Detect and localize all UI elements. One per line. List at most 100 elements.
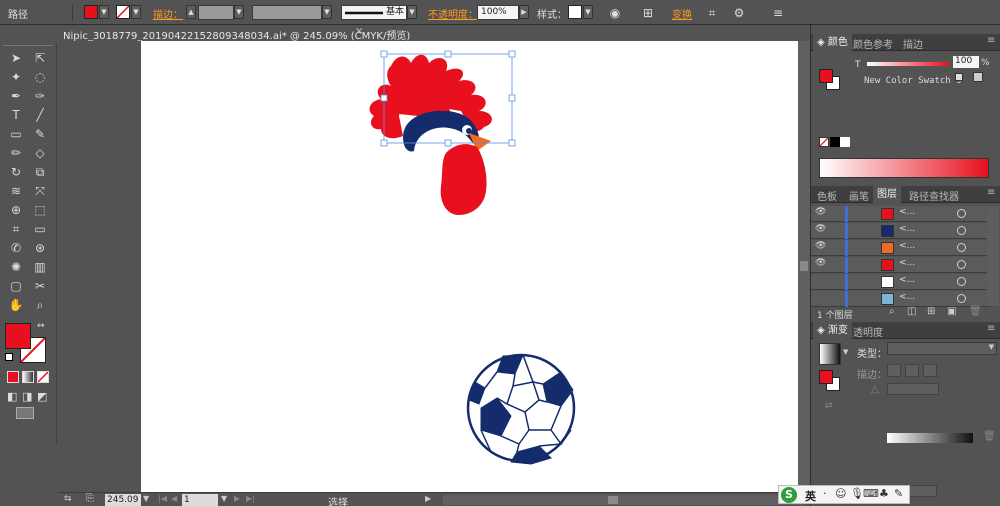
keyboard-icon[interactable]: ⌨ [863, 487, 879, 500]
stroke-weight-field[interactable] [198, 5, 234, 20]
skin-icon[interactable]: ♣ [879, 487, 889, 500]
style-swatch[interactable] [568, 5, 582, 19]
draw-normal-icon[interactable]: ◧ [7, 390, 17, 403]
punctuation-icon[interactable]: · [823, 487, 827, 500]
zoom-dropdown-icon[interactable]: ▼ [143, 494, 149, 503]
layer-row[interactable]: <... [811, 274, 991, 290]
visibility-eye-icon[interactable]: 👁 [815, 224, 826, 234]
target-circle-icon[interactable] [957, 243, 966, 252]
artboard-nav-icon[interactable]: ⇆ [64, 494, 72, 504]
next-page-icon[interactable]: ▶ [234, 494, 240, 503]
fill-color-front[interactable] [5, 323, 31, 349]
opacity-dropdown[interactable]: ▶ [519, 5, 529, 19]
delete-layer-icon[interactable]: 🗑 [969, 306, 982, 317]
stroke-weight-dropdown[interactable]: ▼ [234, 5, 244, 19]
tint-ramp[interactable] [819, 158, 989, 178]
global-swatch-icon[interactable] [955, 73, 963, 81]
target-circle-icon[interactable] [957, 277, 966, 286]
black-swatch[interactable] [830, 137, 840, 147]
scrollbar-thumb[interactable] [800, 261, 808, 271]
arrange-icon[interactable]: ⚙ [731, 5, 747, 21]
shape-builder-tool-icon[interactable]: ⊕ [6, 201, 26, 219]
brush-field[interactable]: 基本 [341, 5, 407, 20]
gradient-fill-swatch[interactable] [819, 370, 833, 384]
scale-tool-icon[interactable]: ⧉ [30, 163, 50, 181]
layers-scrollbar[interactable] [987, 206, 999, 306]
tab-color[interactable]: ◈ 颜色 [813, 34, 852, 51]
new-sublayer-icon[interactable]: ⊞ [927, 306, 935, 317]
screen-mode-icon[interactable] [16, 407, 34, 419]
artboard[interactable] [141, 41, 798, 492]
tab-brushes[interactable]: 画笔 [849, 188, 869, 203]
fill-swatch[interactable] [84, 5, 98, 19]
tint-field[interactable]: 100 [953, 56, 979, 68]
target-circle-icon[interactable] [957, 294, 966, 303]
layer-row[interactable]: 👁 <... [811, 223, 991, 239]
ime-toolbar[interactable]: S 英 · ☺ 🎙 ⌨ ♣ ✎ [778, 485, 910, 504]
gradient-tool-icon[interactable]: ▭ [30, 220, 50, 238]
new-layer-icon[interactable]: ▣ [947, 306, 956, 317]
brush-dropdown[interactable]: ▼ [407, 5, 417, 19]
target-circle-icon[interactable] [957, 209, 966, 218]
rooster-head[interactable] [369, 54, 492, 215]
rotate-tool-icon[interactable]: ↻ [6, 163, 26, 181]
reverse-gradient-icon[interactable]: ⇄ [825, 401, 833, 411]
target-circle-icon[interactable] [957, 260, 966, 269]
gradient-type-select[interactable]: ▼ [887, 342, 997, 355]
visibility-eye-icon[interactable]: 👁 [815, 207, 826, 217]
angle-field[interactable] [887, 383, 939, 395]
prev-page-icon[interactable]: ◀ [171, 494, 177, 503]
first-page-icon[interactable]: |◀ [158, 494, 167, 503]
direct-selection-tool-icon[interactable]: ⇱ [30, 49, 50, 67]
none-swatch[interactable] [819, 137, 829, 147]
type-tool-icon[interactable]: T [6, 106, 26, 124]
line-tool-icon[interactable]: ╱ [30, 106, 50, 124]
layer-row[interactable]: 👁 <... [811, 240, 991, 256]
panel-fill-swatch[interactable] [819, 69, 833, 83]
vertical-scrollbar[interactable] [798, 41, 810, 492]
visibility-eye-icon[interactable]: 👁 [815, 241, 826, 251]
selection-tool-icon[interactable]: ➤ [6, 49, 26, 67]
pen-tool-icon[interactable]: ✒ [6, 87, 26, 105]
mesh-tool-icon[interactable]: ⌗ [6, 220, 26, 238]
voice-icon[interactable]: 🎙 [850, 487, 864, 500]
layer-row[interactable]: <... [811, 291, 991, 307]
gradient-preview-dropdown[interactable]: ▼ [843, 348, 848, 356]
gradient-slider[interactable] [887, 433, 973, 443]
tab-pathfinder[interactable]: 路径查找器 [909, 188, 959, 203]
panel-menu-icon[interactable]: ≡ [987, 323, 995, 334]
layer-row[interactable]: 👁 <... [811, 206, 991, 222]
swap-colors-icon[interactable]: ↔ [37, 321, 45, 331]
warp-tool-icon[interactable]: ≋ [6, 182, 26, 200]
status-menu-icon[interactable]: ▶ [425, 494, 431, 503]
soccer-ball[interactable] [466, 353, 576, 465]
hand-tool-icon[interactable]: ✋ [6, 296, 26, 314]
artboard-tool-icon[interactable]: ▢ [6, 277, 26, 295]
fill-dropdown[interactable]: ▼ [99, 5, 109, 19]
none-mode-icon[interactable] [37, 371, 49, 383]
stroke-swatch[interactable] [116, 5, 130, 19]
isolate-icon[interactable]: ⌗ [704, 5, 720, 21]
gradient-mode-icon[interactable] [22, 371, 34, 383]
white-swatch[interactable] [840, 137, 850, 147]
paintbrush-tool-icon[interactable]: ✎ [30, 125, 50, 143]
lasso-tool-icon[interactable]: ◌ [30, 68, 50, 86]
stroke-across-icon[interactable] [923, 364, 937, 377]
draw-behind-icon[interactable]: ◨ [22, 390, 32, 403]
tab-gradient[interactable]: ◈ 渐变 [813, 322, 852, 339]
menu-icon[interactable]: ≡ [770, 5, 786, 21]
emoji-icon[interactable]: ☺ [835, 487, 846, 500]
tint-slider[interactable] [867, 62, 949, 66]
stroke-along-icon[interactable] [905, 364, 919, 377]
zoom-tool-icon[interactable]: ⌕ [30, 296, 50, 314]
variable-width-field[interactable] [252, 5, 322, 20]
clipping-mask-icon[interactable]: ◫ [907, 306, 916, 317]
zoom-field[interactable]: 245.09 [105, 494, 141, 506]
column-graph-tool-icon[interactable]: ▥ [30, 258, 50, 276]
tab-stroke[interactable]: 描边 [903, 36, 923, 51]
sogou-logo-icon[interactable]: S [781, 487, 797, 503]
page-dropdown-icon[interactable]: ▼ [221, 494, 227, 503]
symbol-sprayer-tool-icon[interactable]: ✺ [6, 258, 26, 276]
page-field[interactable]: 1 [182, 494, 218, 506]
perspective-tool-icon[interactable]: ⬚ [30, 201, 50, 219]
